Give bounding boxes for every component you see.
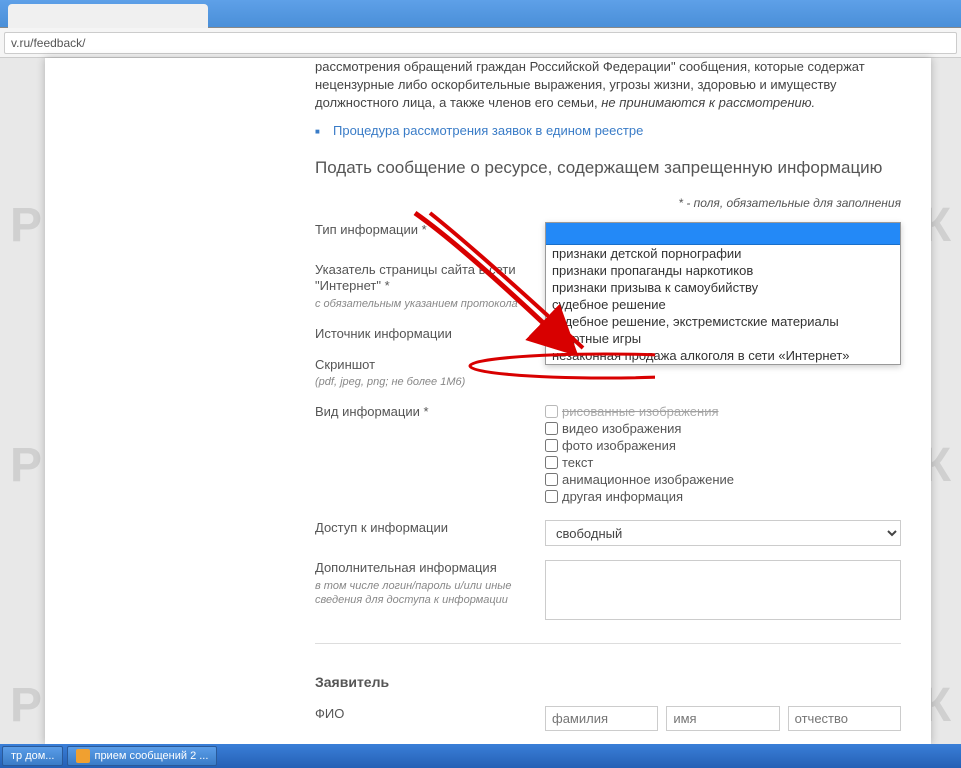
- info-kind-checkbox-text[interactable]: [545, 456, 558, 469]
- fio-label: ФИО: [315, 706, 545, 723]
- section-title: Подать сообщение о ресурсе, содержащем з…: [315, 158, 901, 178]
- url-label: Указатель страницы сайта в сети "Интерне…: [315, 262, 545, 312]
- info-kind-anim-label: анимационное изображение: [562, 472, 734, 487]
- separator: [315, 643, 901, 644]
- taskbar-item[interactable]: тр дом...: [2, 746, 63, 766]
- procedure-link-item: Процедура рассмотрения заявок в едином р…: [315, 123, 901, 138]
- task-app-icon: [76, 749, 90, 763]
- url-text: v.ru/feedback/: [11, 36, 85, 50]
- intro-paragraph: рассмотрения обращений граждан Российско…: [315, 58, 901, 113]
- info-kind-checkbox-drawn[interactable]: [545, 405, 558, 418]
- dropdown-option[interactable]: судебное решение: [546, 296, 900, 313]
- info-kind-checkbox-other[interactable]: [545, 490, 558, 503]
- info-kind-photo-label: фото изображения: [562, 438, 676, 453]
- dropdown-option[interactable]: судебное решение, экстремистские материа…: [546, 313, 900, 330]
- info-kind-other-label: другая информация: [562, 489, 683, 504]
- info-type-label: Тип информации *: [315, 222, 545, 239]
- taskbar-item[interactable]: прием сообщений 2 ...: [67, 746, 217, 766]
- page-card: рассмотрения обращений граждан Российско…: [45, 58, 931, 744]
- info-kind-checkbox-photo[interactable]: [545, 439, 558, 452]
- name-input[interactable]: [666, 706, 779, 731]
- dropdown-option[interactable]: азартные игры: [546, 330, 900, 347]
- required-fields-note: * - поля, обязательные для заполнения: [315, 196, 901, 210]
- taskbar: тр дом... прием сообщений 2 ...: [0, 744, 961, 768]
- info-kind-checkbox-video[interactable]: [545, 422, 558, 435]
- dropdown-selected-row[interactable]: [546, 223, 900, 245]
- source-label: Источник информации: [315, 326, 545, 343]
- extra-info-label: Дополнительная информация в том числе ло…: [315, 560, 545, 607]
- dropdown-option[interactable]: признаки детской порнографии: [546, 245, 900, 262]
- procedure-link[interactable]: Процедура рассмотрения заявок в едином р…: [333, 123, 643, 138]
- access-select[interactable]: свободный: [545, 520, 901, 546]
- access-label: Доступ к информации: [315, 520, 545, 537]
- info-kind-drawn-label: рисованные изображения: [562, 404, 719, 419]
- screenshot-label: Скриншот (pdf, jpeg, png; не более 1М6): [315, 357, 545, 390]
- info-type-dropdown: признаки детской порнографии признаки пр…: [545, 222, 901, 365]
- url-input[interactable]: v.ru/feedback/: [4, 32, 957, 54]
- info-kind-video-label: видео изображения: [562, 421, 681, 436]
- applicant-heading: Заявитель: [315, 674, 901, 690]
- info-kind-label: Вид информации *: [315, 404, 545, 421]
- info-kind-text-label: текст: [562, 455, 593, 470]
- dropdown-option[interactable]: незаконная продажа алкоголя в сети «Инте…: [546, 347, 900, 364]
- extra-info-textarea[interactable]: [545, 560, 901, 620]
- info-kind-checkbox-anim[interactable]: [545, 473, 558, 486]
- browser-tab-strip: [0, 0, 961, 28]
- dropdown-option[interactable]: признаки пропаганды наркотиков: [546, 262, 900, 279]
- dropdown-option[interactable]: признаки призыва к самоубийству: [546, 279, 900, 296]
- browser-tab[interactable]: [8, 4, 208, 28]
- patronymic-input[interactable]: [788, 706, 901, 731]
- surname-input[interactable]: [545, 706, 658, 731]
- address-bar: v.ru/feedback/: [0, 28, 961, 58]
